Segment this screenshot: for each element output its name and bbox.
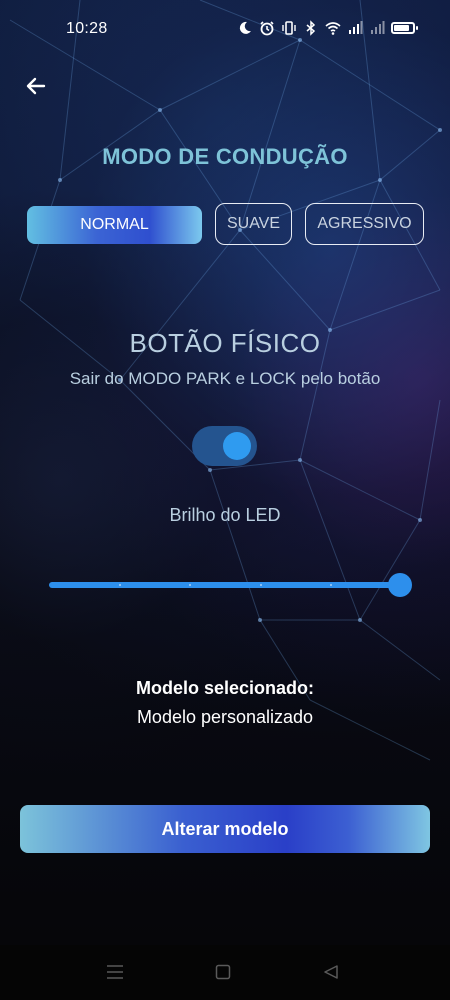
physical-button-title: BOTÃO FÍSICO	[129, 328, 321, 358]
moon-icon	[239, 21, 251, 34]
navigation-bar	[0, 945, 450, 1000]
back-icon	[324, 965, 338, 979]
status-time: 10:28	[66, 20, 108, 37]
change-model-button[interactable]: Alterar modelo	[20, 805, 430, 853]
wifi-icon	[325, 22, 341, 35]
alarm-icon	[260, 21, 274, 36]
slider-thumb[interactable]	[388, 573, 412, 597]
slider-tick	[329, 584, 332, 586]
arrow-left-icon	[26, 77, 46, 95]
vibrate-icon	[282, 21, 296, 35]
slider-tick	[259, 584, 262, 586]
page-title: MODO DE CONDUÇÃO	[102, 144, 348, 169]
mode-normal-button[interactable]: NORMAL	[27, 206, 202, 244]
signal-icon	[349, 21, 363, 34]
signal-icon-2	[371, 21, 385, 34]
home-button[interactable]	[211, 960, 235, 984]
home-icon	[215, 964, 231, 980]
nav-back-button[interactable]	[319, 960, 343, 984]
back-button[interactable]	[18, 70, 54, 102]
status-icons	[237, 20, 418, 36]
physical-button-subtitle: Sair do MODO PARK e LOCK pelo botão	[69, 369, 381, 388]
recent-apps-button[interactable]	[103, 960, 127, 984]
battery-icon	[391, 22, 418, 34]
led-brightness-label: Brilho do LED	[169, 505, 281, 525]
menu-icon	[107, 965, 123, 979]
mode-suave-button[interactable]: SUAVE	[215, 203, 292, 245]
led-brightness-slider[interactable]	[49, 572, 412, 598]
bluetooth-icon	[306, 20, 316, 36]
battery-level	[394, 25, 409, 31]
physical-button-toggle[interactable]	[192, 426, 257, 466]
slider-track	[49, 582, 400, 588]
selected-model-value: Modelo personalizado	[136, 707, 314, 727]
selected-model-label: Modelo selecionado:	[135, 678, 315, 698]
toggle-knob	[223, 432, 251, 460]
mode-agressivo-button[interactable]: AGRESSIVO	[305, 203, 424, 245]
status-bar: 10:28	[0, 0, 450, 60]
